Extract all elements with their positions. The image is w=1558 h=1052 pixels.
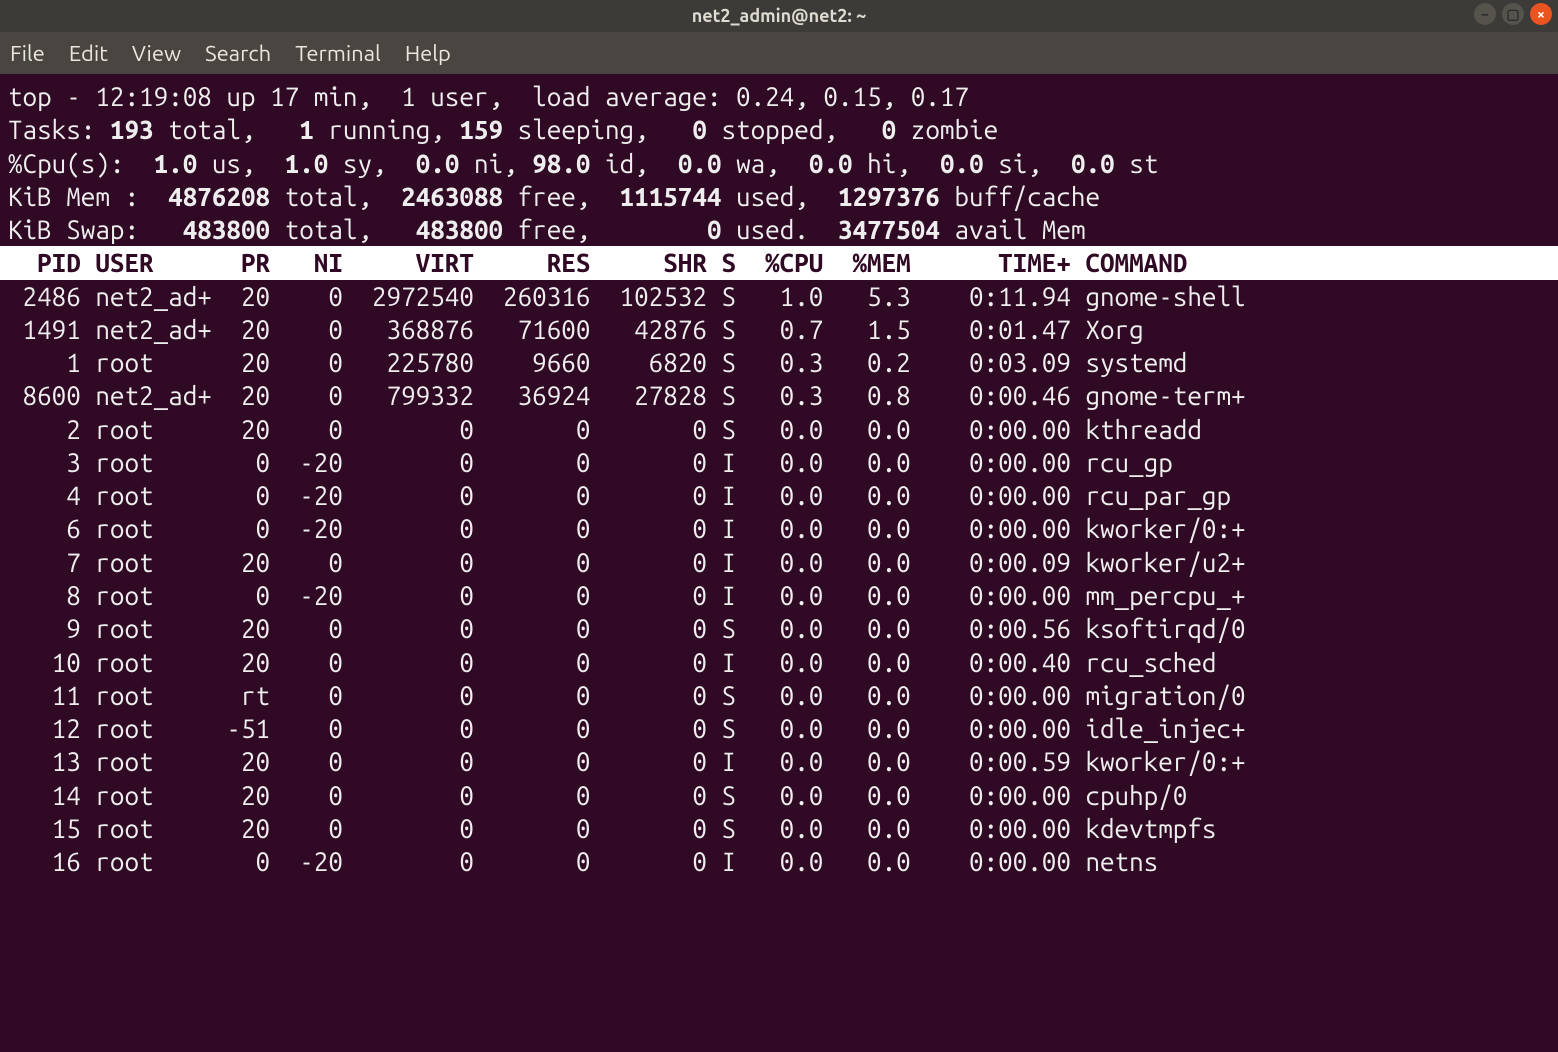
menu-file[interactable]: File	[10, 41, 45, 66]
process-row: 7 root 20 0 0 0 0 I 0.0 0.0 0:00.09 kwor…	[8, 546, 1550, 579]
top-summary-line: KiB Swap: 483800 total, 483800 free, 0 u…	[8, 213, 1550, 246]
top-summary-line: KiB Mem : 4876208 total, 2463088 free, 1…	[8, 180, 1550, 213]
terminal-output[interactable]: top - 12:19:08 up 17 min, 1 user, load a…	[0, 74, 1558, 878]
process-row: 1 root 20 0 225780 9660 6820 S 0.3 0.2 0…	[8, 346, 1550, 379]
process-row: 14 root 20 0 0 0 0 S 0.0 0.0 0:00.00 cpu…	[8, 779, 1550, 812]
process-row: 15 root 20 0 0 0 0 S 0.0 0.0 0:00.00 kde…	[8, 812, 1550, 845]
process-row: 1491 net2_ad+ 20 0 368876 71600 42876 S …	[8, 313, 1550, 346]
process-row: 8600 net2_ad+ 20 0 799332 36924 27828 S …	[8, 379, 1550, 412]
menu-view[interactable]: View	[132, 41, 181, 66]
menu-edit[interactable]: Edit	[69, 41, 108, 66]
top-summary-line: Tasks: 193 total, 1 running, 159 sleepin…	[8, 113, 1550, 146]
window-titlebar: net2_admin@net2: ~ − ▢ ×	[0, 0, 1558, 32]
window-controls: − ▢ ×	[1474, 3, 1552, 25]
menu-terminal[interactable]: Terminal	[295, 41, 381, 66]
menubar: File Edit View Search Terminal Help	[0, 32, 1558, 74]
process-header: PID USER PR NI VIRT RES SHR S %CPU %MEM …	[0, 246, 1558, 279]
process-row: 13 root 20 0 0 0 0 I 0.0 0.0 0:00.59 kwo…	[8, 745, 1550, 778]
window-title: net2_admin@net2: ~	[692, 6, 866, 26]
process-row: 12 root -51 0 0 0 0 S 0.0 0.0 0:00.00 id…	[8, 712, 1550, 745]
process-row: 8 root 0 -20 0 0 0 I 0.0 0.0 0:00.00 mm_…	[8, 579, 1550, 612]
minimize-icon: −	[1481, 6, 1489, 22]
process-row: 11 root rt 0 0 0 0 S 0.0 0.0 0:00.00 mig…	[8, 679, 1550, 712]
process-row: 2486 net2_ad+ 20 0 2972540 260316 102532…	[8, 280, 1550, 313]
process-row: 6 root 0 -20 0 0 0 I 0.0 0.0 0:00.00 kwo…	[8, 512, 1550, 545]
top-summary-line: top - 12:19:08 up 17 min, 1 user, load a…	[8, 80, 1550, 113]
process-row: 2 root 20 0 0 0 0 S 0.0 0.0 0:00.00 kthr…	[8, 413, 1550, 446]
process-row: 10 root 20 0 0 0 0 I 0.0 0.0 0:00.40 rcu…	[8, 646, 1550, 679]
top-summary-line: %Cpu(s): 1.0 us, 1.0 sy, 0.0 ni, 98.0 id…	[8, 147, 1550, 180]
maximize-button[interactable]: ▢	[1502, 3, 1524, 25]
close-icon: ×	[1537, 6, 1545, 22]
menu-help[interactable]: Help	[405, 41, 451, 66]
menu-search[interactable]: Search	[205, 41, 271, 66]
minimize-button[interactable]: −	[1474, 3, 1496, 25]
process-row: 9 root 20 0 0 0 0 S 0.0 0.0 0:00.56 ksof…	[8, 612, 1550, 645]
process-row: 4 root 0 -20 0 0 0 I 0.0 0.0 0:00.00 rcu…	[8, 479, 1550, 512]
process-row: 16 root 0 -20 0 0 0 I 0.0 0.0 0:00.00 ne…	[8, 845, 1550, 878]
process-row: 3 root 0 -20 0 0 0 I 0.0 0.0 0:00.00 rcu…	[8, 446, 1550, 479]
maximize-icon: ▢	[1506, 6, 1519, 23]
close-button[interactable]: ×	[1530, 3, 1552, 25]
